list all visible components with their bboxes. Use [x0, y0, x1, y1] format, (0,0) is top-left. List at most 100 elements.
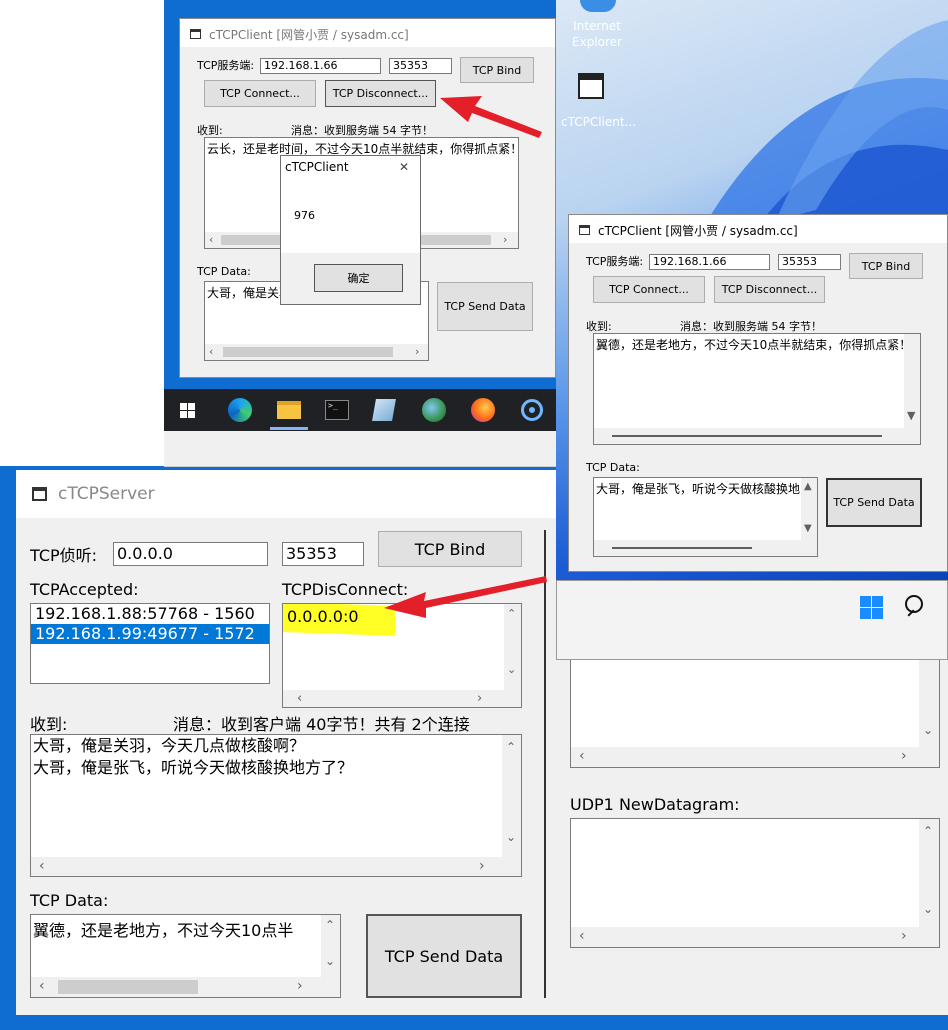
tcp-bind-button[interactable]: TCP Bind: [460, 57, 534, 83]
vertical-scrollbar[interactable]: ⌃ ⌄: [321, 915, 340, 977]
scroll-thumb[interactable]: [612, 547, 752, 549]
scroll-down-arrow[interactable]: ⌄: [923, 724, 933, 736]
list-item[interactable]: 192.168.1.88:57768 - 1560: [31, 604, 269, 624]
scroll-thumb[interactable]: [223, 347, 393, 357]
tcp-bind-button[interactable]: TCP Bind: [378, 531, 522, 567]
broadcast-icon[interactable]: [521, 399, 543, 421]
desktop-icon-label[interactable]: Internet Explorer: [568, 18, 626, 50]
active-indicator: [270, 427, 308, 430]
list-item-selected[interactable]: 192.168.1.99:49677 - 1572: [31, 624, 269, 644]
client-window-2: cTCPClient [网管小贾 / sysadm.cc] TCP服务端: 19…: [568, 214, 948, 572]
top-left-white-area: [0, 0, 164, 466]
ip-field[interactable]: 192.168.1.66: [260, 58, 381, 74]
horizontal-scrollbar[interactable]: [594, 540, 817, 556]
scroll-down-arrow[interactable]: ▼: [907, 410, 915, 421]
vertical-scrollbar[interactable]: ⌄: [919, 660, 939, 747]
app-window-icon[interactable]: [578, 73, 604, 99]
title-bar: cTCPClient [网管小贾 / sysadm.cc]: [569, 215, 947, 243]
vertical-scrollbar[interactable]: ⌃ ⌄: [502, 735, 521, 857]
dialog-title: cTCPClient: [285, 160, 349, 174]
scroll-left-arrow[interactable]: ‹: [209, 234, 213, 245]
listen-port-field[interactable]: 35353: [282, 542, 364, 566]
scroll-down-arrow[interactable]: ⌄: [923, 903, 933, 915]
file-explorer-icon[interactable]: [277, 401, 301, 419]
close-icon[interactable]: ✕: [399, 160, 409, 174]
globe-icon[interactable]: [422, 398, 446, 422]
window-title: cTCPClient [网管小贾 / sysadm.cc]: [598, 224, 798, 238]
port-field[interactable]: 35353: [389, 58, 452, 74]
port-field[interactable]: 35353: [778, 254, 841, 270]
scroll-left-arrow[interactable]: ‹: [39, 859, 45, 873]
scroll-right-arrow[interactable]: ›: [415, 346, 419, 357]
firefox-icon[interactable]: [471, 398, 495, 422]
tcp-disconnect-button[interactable]: TCP Disconnect...: [714, 276, 825, 303]
received-line: 大哥，俺是关羽，今天几点做核酸啊？: [33, 736, 306, 755]
window-title: cTCPServer: [58, 484, 155, 504]
accepted-listbox[interactable]: 192.168.1.88:57768 - 1560 192.168.1.99:4…: [30, 603, 270, 684]
accepted-label: TCPAccepted:: [30, 580, 139, 599]
scroll-up-arrow[interactable]: ⌃: [923, 825, 933, 837]
listen-label: TCP侦听:: [30, 546, 98, 565]
tcp-data-textarea[interactable]: 翼德，还是老地方，不过今天10点半 ⌃ ⌄ ‹ ›: [30, 914, 341, 998]
scroll-thumb[interactable]: [58, 980, 198, 994]
scroll-right-arrow[interactable]: ›: [503, 234, 507, 245]
scroll-up-arrow[interactable]: ▲: [804, 482, 812, 492]
vertical-scrollbar[interactable]: ▼: [904, 334, 920, 428]
scroll-left-arrow[interactable]: ‹: [579, 749, 585, 763]
received-textarea[interactable]: 大哥，俺是关羽，今天几点做核酸啊？ 大哥，俺是张飞，听说今天做核酸换地方了？ ⌃…: [30, 734, 522, 877]
scroll-down-arrow[interactable]: ⌄: [507, 664, 516, 675]
scroll-thumb[interactable]: [612, 435, 882, 437]
edge-icon[interactable]: [228, 398, 252, 422]
horizontal-scrollbar[interactable]: ‹ ›: [571, 747, 939, 767]
udp-label: UDP1 NewDatagram:: [570, 795, 740, 814]
behind-window-strip: [164, 431, 556, 467]
received-text: 翼德，还是老地方，不过今天10点半就结束，你得抓点紧！: [596, 338, 912, 352]
tcp-send-data-button[interactable]: TCP Send Data: [437, 282, 533, 331]
tcp-send-data-button[interactable]: TCP Send Data: [366, 914, 522, 998]
server-label: TCP服务端:: [197, 59, 255, 72]
tcp-data-text: 翼德，还是老地方，不过今天10点半: [33, 921, 294, 940]
scroll-left-arrow[interactable]: ‹: [297, 692, 302, 705]
scroll-down-arrow[interactable]: ⌄: [506, 831, 516, 843]
horizontal-scrollbar[interactable]: ‹ ›: [31, 857, 521, 876]
desktop-icon-label[interactable]: cTCPClient...: [561, 115, 636, 129]
horizontal-scrollbar[interactable]: ‹ ›: [205, 344, 428, 360]
windows-start-icon[interactable]: [860, 596, 884, 620]
received-line: 大哥，俺是张飞，听说今天做核酸换地方了？: [33, 758, 354, 777]
scroll-up-arrow[interactable]: ⌃: [506, 741, 516, 753]
scroll-left-arrow[interactable]: ‹: [39, 979, 45, 993]
scroll-down-arrow[interactable]: ▼: [804, 524, 812, 534]
ip-field[interactable]: 192.168.1.66: [649, 254, 770, 270]
scroll-up-arrow[interactable]: ⌃: [325, 919, 335, 931]
ok-button[interactable]: 确定: [314, 264, 403, 292]
scroll-down-arrow[interactable]: ⌄: [325, 955, 335, 967]
scroll-right-arrow[interactable]: ›: [297, 979, 303, 993]
taskbar: >_: [164, 389, 556, 431]
horizontal-scrollbar[interactable]: [594, 428, 920, 444]
scroll-left-arrow[interactable]: ‹: [209, 346, 213, 357]
windows-start-icon[interactable]: [180, 403, 195, 418]
scroll-left-arrow[interactable]: ‹: [579, 929, 585, 943]
scroll-right-arrow[interactable]: ›: [901, 749, 907, 763]
scroll-right-arrow[interactable]: ›: [901, 929, 907, 943]
scroll-right-arrow[interactable]: ›: [477, 692, 482, 705]
scroll-right-arrow[interactable]: ›: [479, 859, 485, 873]
horizontal-scrollbar[interactable]: ‹ ›: [31, 977, 340, 997]
received-textarea[interactable]: 翼德，还是老地方，不过今天10点半就结束，你得抓点紧！ ▼: [593, 333, 921, 445]
tcp-bind-button[interactable]: TCP Bind: [849, 253, 923, 279]
tcp-disconnect-button[interactable]: TCP Disconnect...: [325, 80, 436, 107]
tcp-send-data-button[interactable]: TCP Send Data: [826, 478, 922, 527]
udp-textarea[interactable]: ⌃ ⌄ ‹ ›: [570, 818, 940, 948]
pen-tablet-icon[interactable]: [372, 399, 396, 421]
vertical-scrollbar[interactable]: ⌃ ⌄: [919, 819, 939, 927]
listen-ip-field[interactable]: 0.0.0.0: [113, 542, 268, 566]
horizontal-scrollbar[interactable]: ‹ ›: [283, 690, 521, 707]
tcp-connect-button[interactable]: TCP Connect...: [593, 276, 705, 303]
tcp-data-textarea[interactable]: 大哥，俺是张飞，听说今天做核酸换地 ▲ ▼: [593, 477, 818, 557]
terminal-icon[interactable]: >_: [325, 400, 349, 420]
tcp-connect-button[interactable]: TCP Connect...: [204, 80, 316, 107]
annotation-arrow-bottom: [384, 576, 547, 618]
udp-upper-textarea[interactable]: ⌄ ‹ ›: [570, 660, 940, 768]
vertical-scrollbar[interactable]: ▲ ▼: [801, 478, 817, 540]
horizontal-scrollbar[interactable]: ‹ ›: [571, 927, 939, 947]
